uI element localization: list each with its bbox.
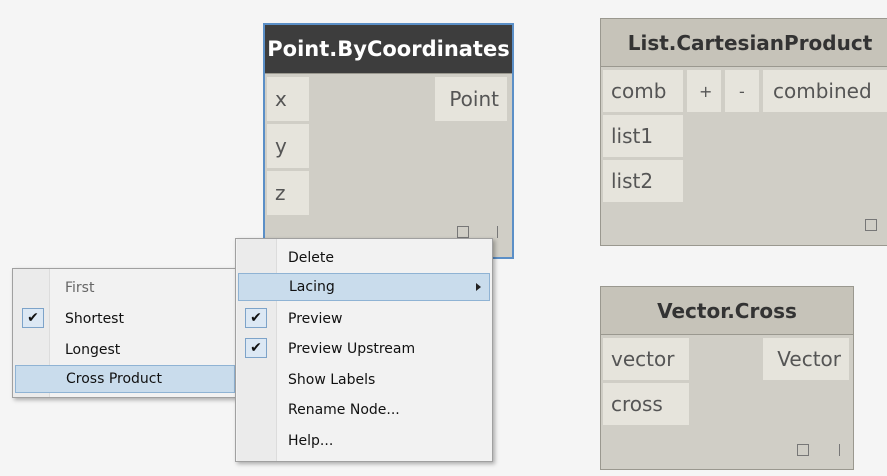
preview-toggle-icon[interactable] — [797, 444, 809, 456]
menu-item-label: Show Labels — [288, 372, 376, 388]
lacing-submenu: First ✔ Shortest Longest Cross Product — [12, 268, 238, 398]
preview-toggle-icon[interactable] — [457, 226, 469, 238]
menu-item-preview-upstream[interactable]: ✔ Preview Upstream — [238, 335, 490, 363]
menu-item-label: Lacing — [289, 279, 335, 295]
menu-item-label: Shortest — [65, 311, 124, 327]
node-context-menu: Delete Lacing ✔ Preview ✔ Preview Upstre… — [235, 238, 493, 462]
lacing-option-first[interactable]: First — [15, 274, 235, 302]
lacing-indicator-icon — [497, 226, 498, 238]
output-port-point[interactable]: Point — [435, 77, 507, 121]
menu-item-label: First — [65, 280, 95, 296]
menu-item-preview[interactable]: ✔ Preview — [238, 305, 490, 333]
menu-item-label: Rename Node... — [288, 402, 400, 418]
input-port-cross[interactable]: cross — [603, 383, 689, 425]
input-port-y[interactable]: y — [267, 124, 309, 168]
preview-toggle-icon[interactable] — [865, 219, 877, 231]
checkmark-icon: ✔ — [245, 308, 267, 328]
menu-item-label: Cross Product — [66, 371, 162, 387]
checkmark-icon: ✔ — [245, 338, 267, 358]
input-port-list2[interactable]: list2 — [603, 160, 683, 202]
node-title: Vector.Cross — [601, 287, 853, 335]
menu-item-lacing[interactable]: Lacing — [238, 273, 490, 301]
submenu-arrow-icon — [476, 283, 481, 291]
checkmark-icon: ✔ — [22, 308, 44, 328]
menu-item-help[interactable]: Help... — [238, 427, 490, 455]
menu-item-label: Longest — [65, 342, 121, 358]
add-input-button[interactable]: + — [687, 70, 721, 112]
menu-item-label: Help... — [288, 433, 334, 449]
menu-item-show-labels[interactable]: Show Labels — [238, 366, 490, 394]
input-port-comb[interactable]: comb — [603, 70, 683, 112]
input-port-list1[interactable]: list1 — [603, 115, 683, 157]
list-cartesianproduct-node[interactable]: List.CartesianProduct comb list1 list2 +… — [600, 18, 887, 246]
input-port-x[interactable]: x — [267, 77, 309, 121]
menu-item-label: Preview — [288, 311, 343, 327]
input-port-z[interactable]: z — [267, 171, 309, 215]
lacing-option-longest[interactable]: Longest — [15, 336, 235, 364]
menu-item-label: Delete — [288, 250, 334, 266]
remove-input-button[interactable]: - — [725, 70, 759, 112]
lacing-indicator-icon — [839, 444, 840, 456]
node-title: Point.ByCoordinates — [265, 25, 512, 74]
output-port-combined[interactable]: combined — [763, 70, 887, 112]
menu-item-rename-node[interactable]: Rename Node... — [238, 396, 490, 424]
menu-item-label: Preview Upstream — [288, 341, 416, 357]
vector-cross-node[interactable]: Vector.Cross vector cross Vector — [600, 286, 854, 470]
point-bycoordinates-node[interactable]: Point.ByCoordinates x y z Point — [263, 23, 514, 259]
menu-item-delete[interactable]: Delete — [238, 244, 490, 272]
lacing-option-cross-product[interactable]: Cross Product — [15, 365, 235, 393]
input-port-vector[interactable]: vector — [603, 338, 689, 380]
output-port-vector[interactable]: Vector — [763, 338, 849, 380]
node-title: List.CartesianProduct — [601, 19, 887, 67]
lacing-option-shortest[interactable]: ✔ Shortest — [15, 305, 235, 333]
